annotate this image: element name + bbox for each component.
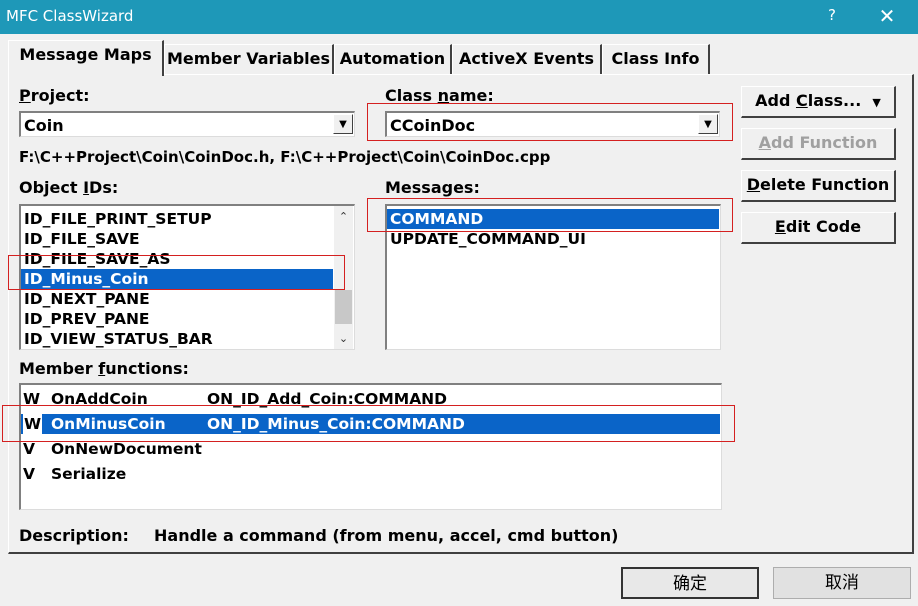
list-item-selected[interactable]: ID_Minus_Coin	[21, 269, 333, 289]
tab-automation[interactable]: Automation	[334, 44, 452, 74]
table-row[interactable]: W OnAddCoin ON_ID_Add_Coin:COMMAND	[21, 389, 720, 409]
project-combobox[interactable]: Coin ▼	[19, 111, 355, 137]
window-title: MFC ClassWizard	[6, 7, 134, 25]
list-item[interactable]: ID_NEXT_PANE	[21, 289, 333, 309]
function-mapping: ON_ID_Add_Coin:COMMAND	[207, 390, 448, 408]
add-class-button[interactable]: Add Class... ▼	[741, 86, 896, 118]
messages-list[interactable]: COMMAND UPDATE_COMMAND_UI	[385, 204, 721, 350]
chevron-down-icon: ▼	[872, 96, 881, 109]
object-ids-scrollbar[interactable]: ⌃ ⌄	[334, 206, 353, 349]
object-ids-list[interactable]: ID_FILE_PRINT_SETUP ID_FILE_SAVE ID_FILE…	[19, 204, 355, 350]
add-function-button[interactable]: Add Function	[741, 128, 896, 160]
description-label: Description:	[19, 526, 129, 545]
edit-code-button[interactable]: Edit Code	[741, 212, 896, 244]
tab-message-maps[interactable]: Message Maps	[8, 40, 164, 76]
scrollbar-thumb[interactable]	[335, 290, 352, 324]
class-name-label: Class name:	[385, 86, 494, 105]
list-item-selected[interactable]: COMMAND	[387, 209, 719, 229]
list-item[interactable]: ID_VIEW_STATUS_BAR	[21, 329, 333, 349]
cancel-button[interactable]: 取消	[773, 567, 911, 599]
title-bar: MFC ClassWizard ? ✕	[0, 0, 918, 34]
list-item[interactable]: ID_FILE_SAVE	[21, 229, 333, 249]
member-functions-label: Member functions:	[19, 359, 189, 378]
class-name-value: CCoinDoc	[390, 116, 476, 135]
project-value: Coin	[24, 116, 64, 135]
chevron-up-icon[interactable]: ⌃	[334, 208, 353, 226]
project-label: Project:	[19, 86, 90, 105]
messages-label: Messages:	[385, 178, 480, 197]
class-name-combobox[interactable]: CCoinDoc ▼	[385, 111, 720, 137]
object-ids-label: Object IDs:	[19, 178, 119, 197]
virtual-badge: V	[23, 465, 35, 483]
virtual-badge: W	[23, 390, 41, 408]
delete-function-button[interactable]: Delete Function	[741, 170, 896, 202]
table-row[interactable]: V OnNewDocument	[21, 439, 720, 459]
function-name: OnAddCoin	[51, 390, 148, 408]
file-path: F:\C++Project\Coin\CoinDoc.h, F:\C++Proj…	[19, 148, 551, 166]
tab-class-info[interactable]: Class Info	[602, 44, 710, 74]
close-button[interactable]: ✕	[872, 2, 902, 30]
chevron-down-icon[interactable]: ▼	[698, 114, 718, 134]
table-row-selected[interactable]: W OnMinusCoin ON_ID_Minus_Coin:COMMAND	[21, 414, 720, 434]
chevron-down-icon[interactable]: ▼	[333, 114, 353, 134]
member-functions-list[interactable]: W OnAddCoin ON_ID_Add_Coin:COMMAND W OnM…	[19, 383, 722, 510]
table-row[interactable]: V Serialize	[21, 464, 720, 484]
function-name: Serialize	[51, 465, 127, 483]
list-item[interactable]: UPDATE_COMMAND_UI	[387, 229, 719, 249]
function-name: OnNewDocument	[51, 440, 202, 458]
description-text: Handle a command (from menu, accel, cmd …	[154, 526, 619, 545]
chevron-down-icon[interactable]: ⌄	[334, 330, 353, 348]
list-item[interactable]: ID_PREV_PANE	[21, 309, 333, 329]
virtual-badge: V	[23, 440, 35, 458]
list-item[interactable]: ID_FILE_PRINT_SETUP	[21, 209, 333, 229]
ok-button[interactable]: 确定	[621, 567, 759, 599]
help-button[interactable]: ?	[822, 6, 842, 24]
function-mapping: ON_ID_Minus_Coin:COMMAND	[207, 415, 465, 433]
function-name: OnMinusCoin	[51, 415, 166, 433]
virtual-badge: W	[23, 414, 43, 434]
tab-activex-events[interactable]: ActiveX Events	[452, 44, 602, 74]
list-item[interactable]: ID_FILE_SAVE_AS	[21, 249, 333, 269]
tab-member-variables[interactable]: Member Variables	[164, 44, 334, 74]
